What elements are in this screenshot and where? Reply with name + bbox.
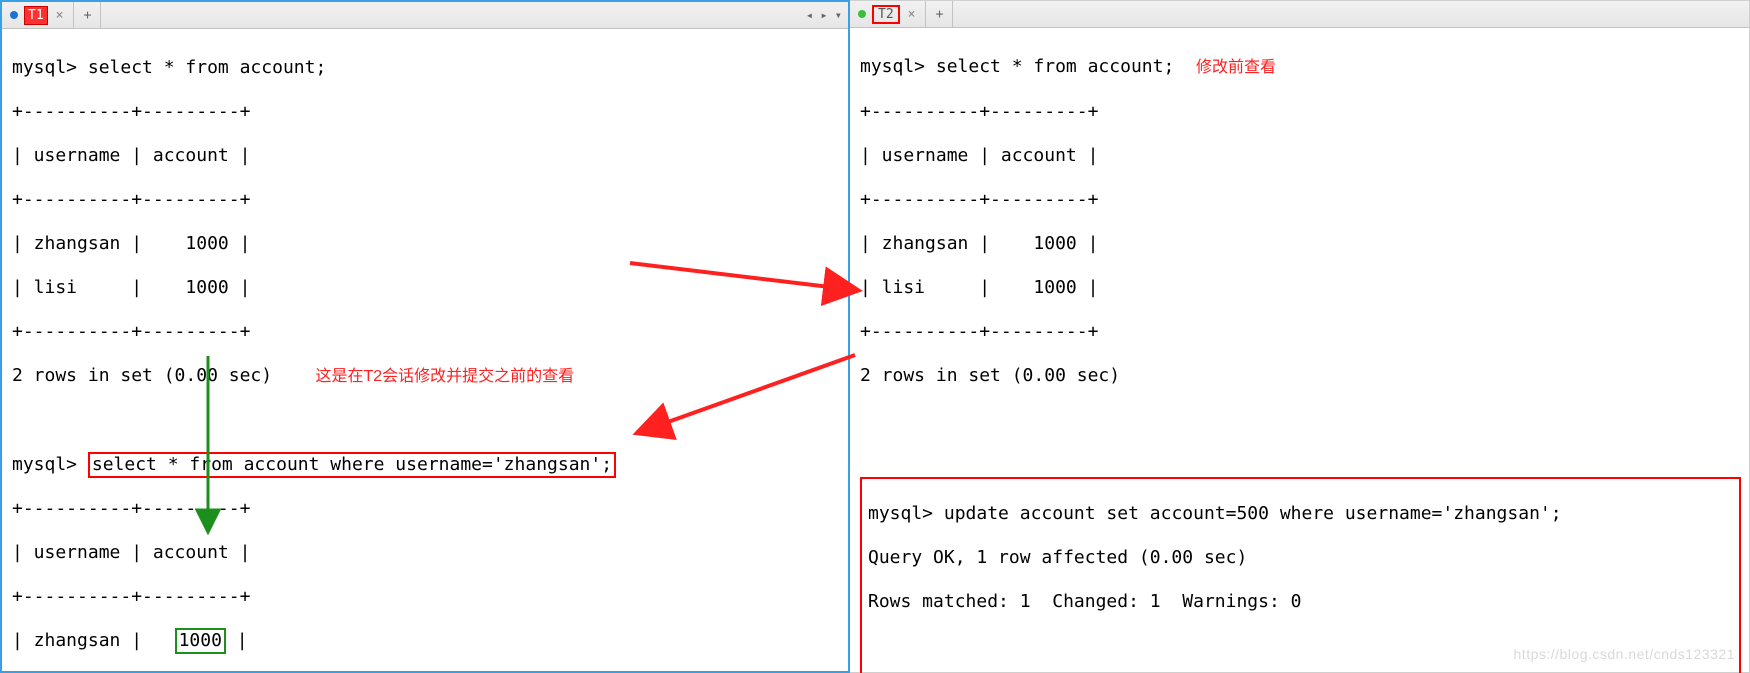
table-row: | zhangsan | 1000 | bbox=[860, 233, 1741, 255]
tab-status-dot-icon bbox=[858, 10, 866, 18]
add-tab-button[interactable]: + bbox=[926, 1, 953, 27]
table-separator: +----------+---------+ bbox=[860, 321, 1741, 343]
close-icon[interactable]: × bbox=[906, 7, 918, 22]
value-before: 1000 bbox=[175, 628, 226, 654]
annotation-before: 修改前查看 bbox=[1196, 59, 1276, 76]
add-tab-button[interactable]: + bbox=[74, 2, 101, 28]
tab-label: T1 bbox=[24, 6, 48, 25]
table-row: | zhangsan | 1000 | bbox=[12, 233, 840, 255]
result-summary: 2 rows in set (0.00 sec) bbox=[860, 365, 1741, 387]
tab-t2[interactable]: T2 × bbox=[850, 1, 926, 27]
table-header: | username | account | bbox=[12, 145, 840, 167]
mysql-prompt: mysql> bbox=[12, 57, 77, 78]
sql-update: update account set account=500 where use… bbox=[944, 503, 1562, 524]
result-summary: 2 rows in set (0.00 sec) bbox=[12, 365, 272, 386]
table-header: | username | account | bbox=[12, 542, 840, 564]
tab-bar-left: T1 × + ◂ ▸ ▾ bbox=[2, 2, 848, 29]
tab-nav-controls[interactable]: ◂ ▸ ▾ bbox=[806, 2, 842, 28]
terminal-pane-t2: T2 × + mysql> select * from account; 修改前… bbox=[850, 0, 1750, 673]
tab-bar-right: T2 × + bbox=[850, 1, 1749, 28]
sql-query: select * from account; bbox=[936, 56, 1174, 77]
mysql-prompt: mysql> bbox=[860, 56, 925, 77]
table-header: | username | account | bbox=[860, 145, 1741, 167]
watermark: https://blog.csdn.net/cnds123321 bbox=[1514, 643, 1735, 665]
table-separator: +----------+---------+ bbox=[12, 321, 840, 343]
table-row: | zhangsan | 1000 | bbox=[12, 630, 840, 652]
table-separator: +----------+---------+ bbox=[12, 189, 840, 211]
mysql-prompt: mysql> bbox=[12, 454, 77, 475]
terminal-output-t1[interactable]: mysql> select * from account; +---------… bbox=[2, 29, 848, 672]
table-separator: +----------+---------+ bbox=[860, 101, 1741, 123]
table-separator: +----------+---------+ bbox=[12, 586, 840, 608]
table-row: | lisi | 1000 | bbox=[860, 277, 1741, 299]
mysql-prompt: mysql> bbox=[868, 503, 933, 524]
tab-status-dot-icon bbox=[10, 11, 18, 19]
table-separator: +----------+---------+ bbox=[860, 189, 1741, 211]
terminal-pane-t1: T1 × + ◂ ▸ ▾ mysql> select * from accoun… bbox=[0, 0, 850, 673]
table-separator: +----------+---------+ bbox=[12, 101, 840, 123]
update-stats: Rows matched: 1 Changed: 1 Warnings: 0 bbox=[868, 591, 1733, 613]
tab-t1[interactable]: T1 × bbox=[2, 2, 74, 28]
highlighted-query-before: select * from account where username='zh… bbox=[88, 452, 616, 478]
table-row: | lisi | 1000 | bbox=[12, 277, 840, 299]
close-icon[interactable]: × bbox=[54, 8, 66, 23]
terminal-output-t2[interactable]: mysql> select * from account; 修改前查看 +---… bbox=[850, 28, 1749, 673]
sql-query: select * from account; bbox=[88, 57, 326, 78]
annotation-before: 这是在T2会话修改并提交之前的查看 bbox=[315, 368, 574, 385]
tab-label: T2 bbox=[872, 5, 900, 24]
update-ok: Query OK, 1 row affected (0.00 sec) bbox=[868, 547, 1733, 569]
table-separator: +----------+---------+ bbox=[12, 498, 840, 520]
